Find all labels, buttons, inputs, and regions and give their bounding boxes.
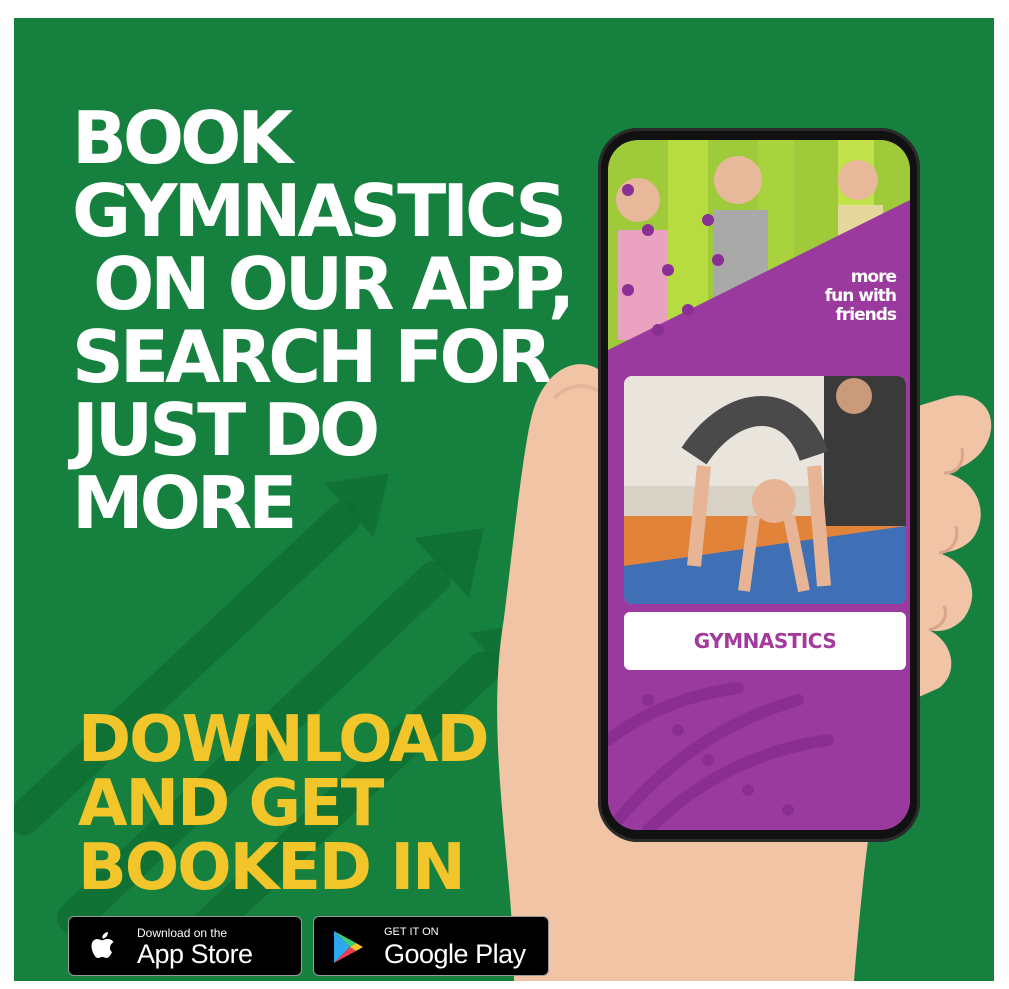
banner-line: friends [835,305,897,325]
phone-screen: more fun with friends GYMNASTICS [608,140,910,830]
app-store-button[interactable]: Download on the App Store [68,916,302,976]
gymnastics-tile-button[interactable]: GYMNASTICS [624,612,906,670]
app-store-small-text: Download on the [137,926,228,940]
apple-icon [91,932,114,958]
banner-line: more [850,267,897,287]
banner-line: fun with [824,286,897,306]
google-play-button[interactable]: GET IT ON Google Play [313,916,549,976]
phone-mockup: more fun with friends GYMNASTICS [598,128,920,842]
promo-poster: BOOK GYMNASTICS ON OUR APP, SEARCH FOR J… [14,18,994,981]
screen-banner-text: more fun with friends [824,267,897,325]
app-store-label: App Store [137,939,253,969]
play-icon [334,931,363,963]
google-play-small-text: GET IT ON [384,926,439,938]
gymnastics-photo [624,376,906,604]
google-play-label: Google Play [384,939,526,969]
